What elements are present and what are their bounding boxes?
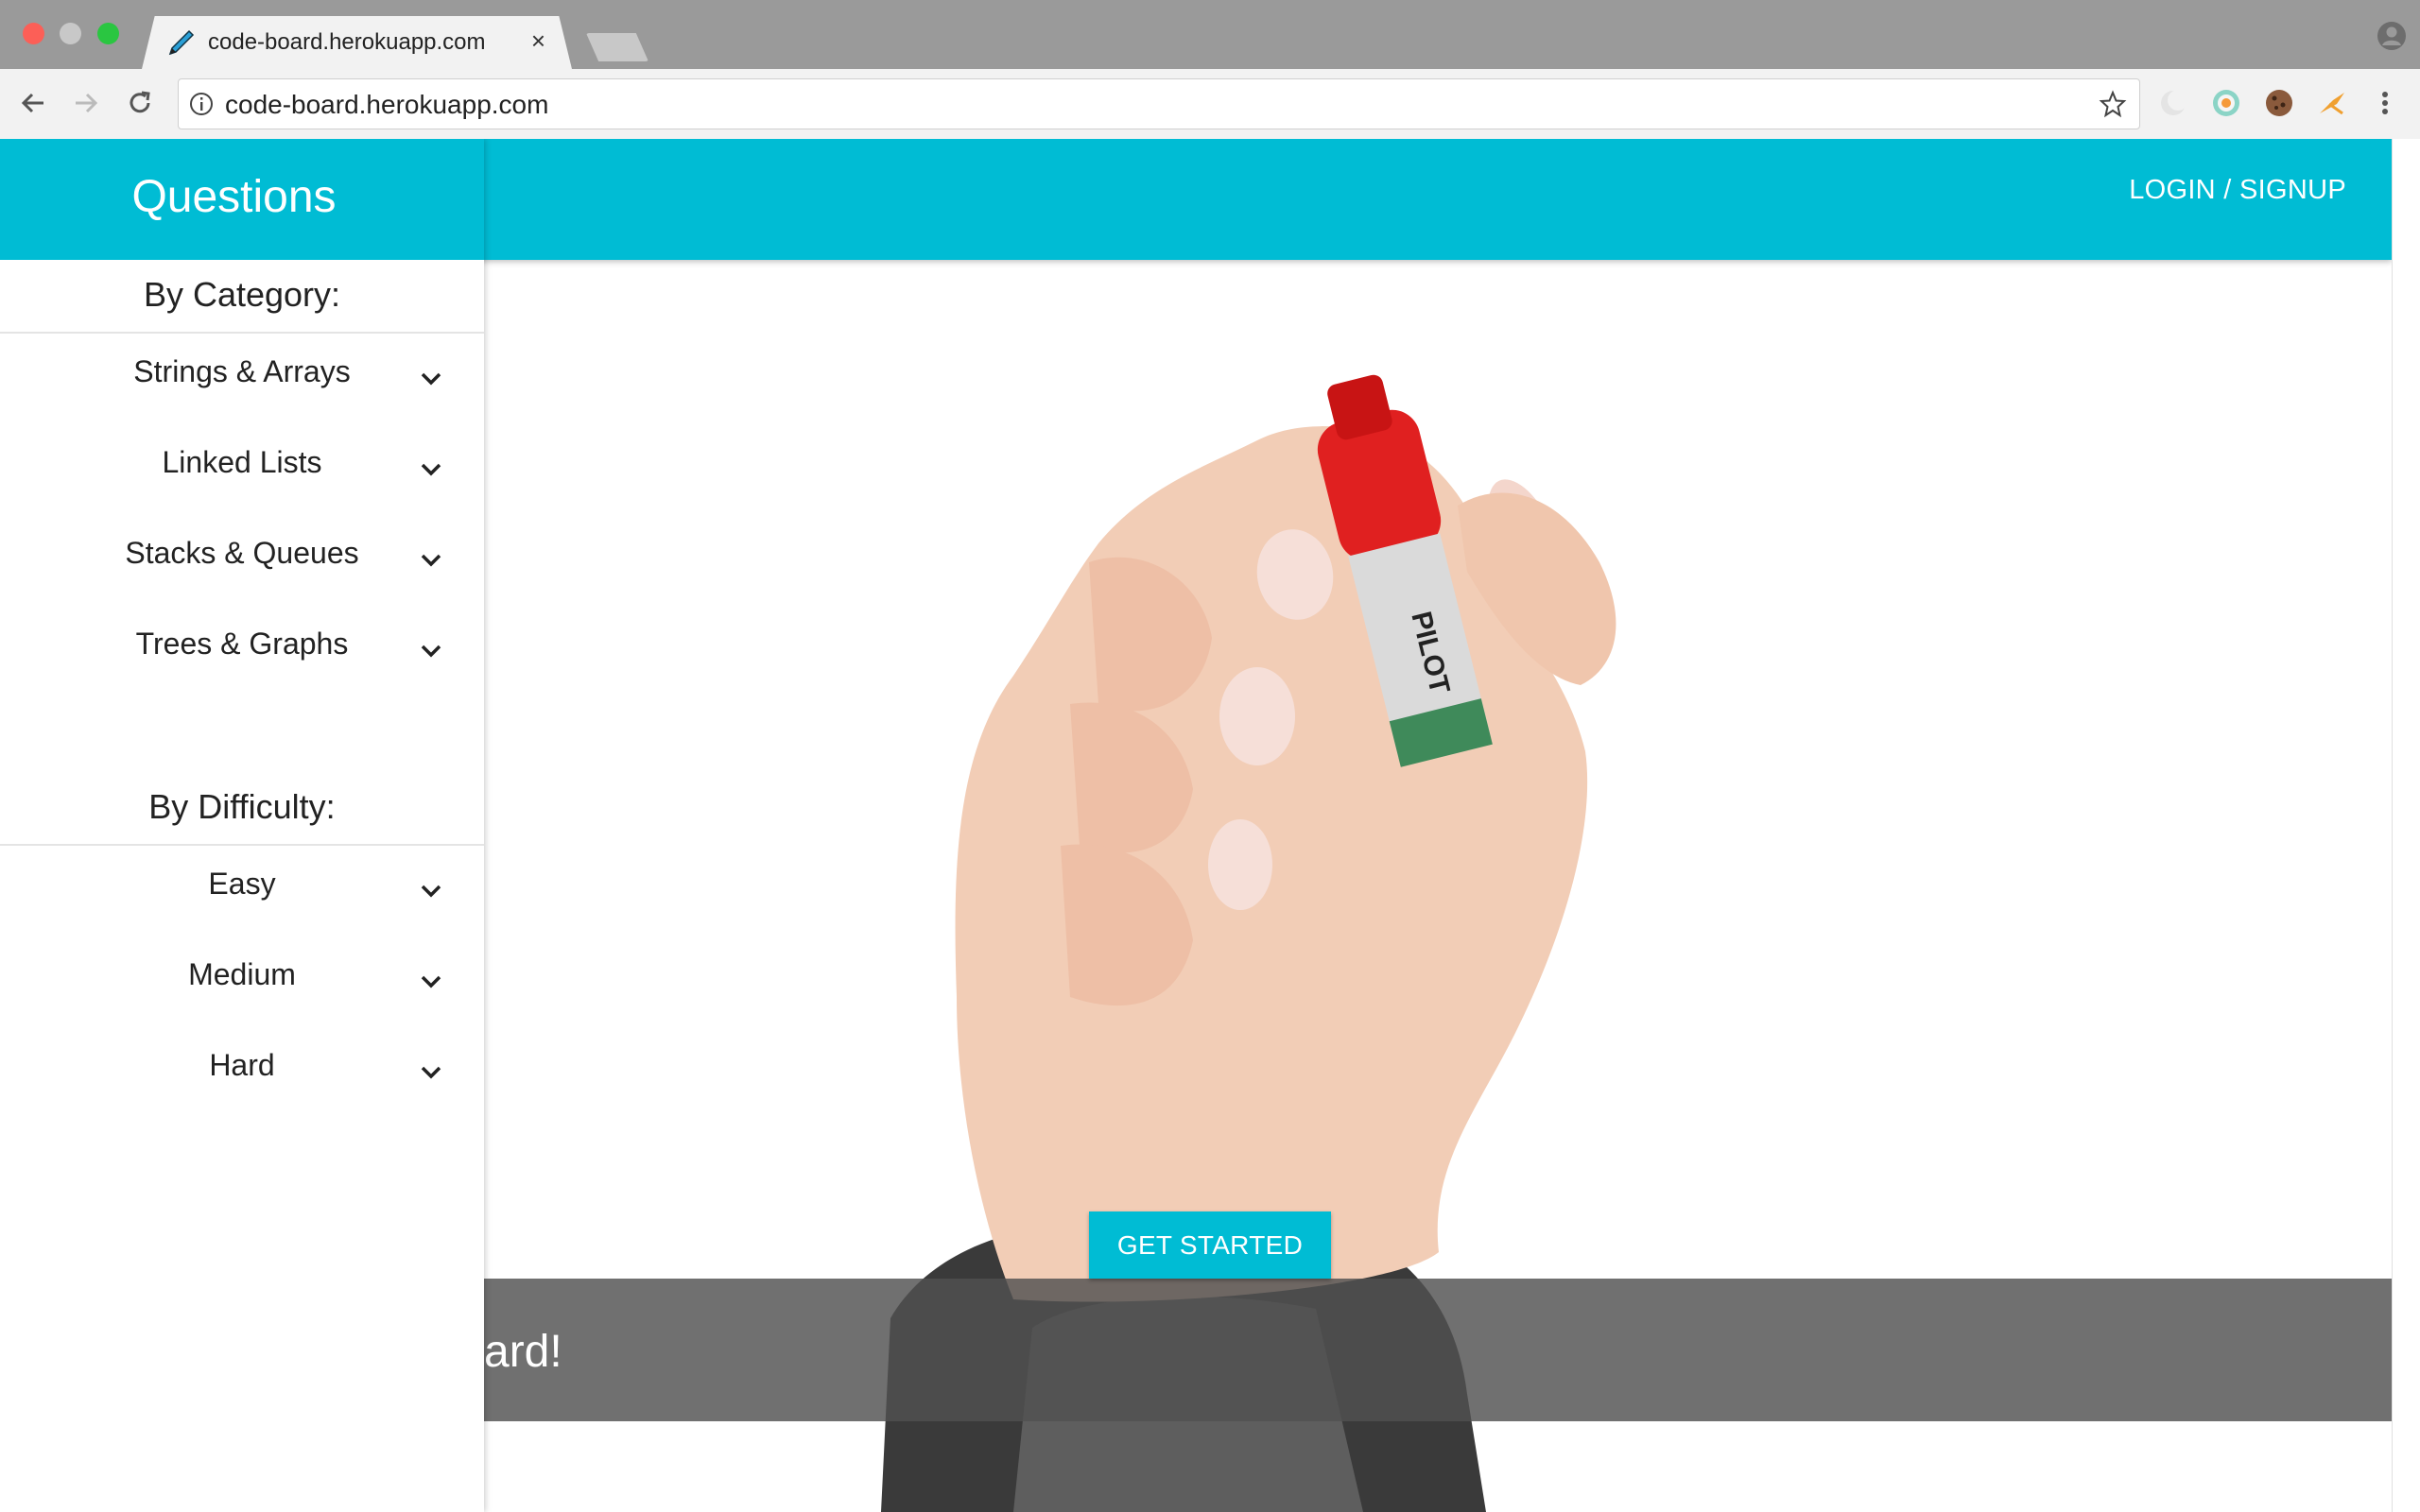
category-heading: By Category: [0,260,484,334]
info-icon[interactable] [188,91,215,117]
extension-bird-icon[interactable] [2316,87,2348,119]
sidebar-header: Questions [0,139,484,260]
chevron-down-icon[interactable] [416,967,446,997]
browser-tab[interactable]: code-board.herokuapp.com × [142,16,572,69]
sidebar-item-easy[interactable]: Easy [0,846,484,936]
browser-menu-icon[interactable] [2369,87,2401,119]
bookmark-star-icon[interactable] [2098,89,2128,119]
new-tab-button[interactable] [586,33,648,61]
chevron-down-icon[interactable] [416,364,446,394]
reload-icon[interactable] [121,84,159,122]
extension-moon-icon[interactable] [2157,87,2189,119]
sidebar-item-label: Easy [208,867,276,901]
sidebar-item-label: Linked Lists [162,445,322,479]
login-signup-link[interactable]: LOGIN / SIGNUP [2129,175,2346,206]
extension-target-icon[interactable] [2210,87,2242,119]
address-bar[interactable]: code-board.herokuapp.com [178,78,2140,129]
sidebar-item-label: Trees & Graphs [135,627,349,661]
sidebar-item-trees-graphs[interactable]: Trees & Graphs [0,606,484,696]
minimize-window-button[interactable] [60,23,81,44]
sidebar-item-medium[interactable]: Medium [0,936,484,1027]
difficulty-heading-label: By Difficulty: [148,787,336,826]
sidebar-item-label: Stacks & Queues [125,536,359,570]
close-window-button[interactable] [23,23,44,44]
sidebar-item-label: Strings & Arrays [133,354,351,388]
chevron-down-icon[interactable] [416,1057,446,1088]
browser-toolbar: code-board.herokuapp.com [0,69,2420,140]
banner-text: ard! [484,1327,562,1377]
page-scrollbar-gutter[interactable] [2392,139,2420,1512]
tab-close-icon[interactable]: × [531,28,545,53]
get-started-button[interactable]: GET STARTED [1089,1211,1331,1279]
sidebar-item-linked-lists[interactable]: Linked Lists [0,424,484,515]
forward-arrow-icon[interactable] [66,84,104,122]
sidebar-item-stacks-queues[interactable]: Stacks & Queues [0,515,484,606]
sidebar-item-hard[interactable]: Hard [0,1027,484,1118]
sidebar-item-strings-arrays[interactable]: Strings & Arrays [0,334,484,424]
welcome-banner: ard! [484,1279,2392,1421]
extension-cookie-icon[interactable] [2263,87,2295,119]
marker-favicon-icon [168,29,195,56]
sidebar-drawer: Questions By Category: Strings & Arrays … [0,139,484,1512]
category-heading-label: By Category: [143,275,341,314]
sidebar-item-label: Medium [188,957,296,991]
profile-icon[interactable] [2377,21,2407,51]
hero-section: PILOT ard! GET STARTED [484,260,2392,1512]
url-text: code-board.herokuapp.com [225,90,549,119]
chevron-down-icon[interactable] [416,876,446,906]
difficulty-heading: By Difficulty: [0,772,484,846]
browser-tab-strip: code-board.herokuapp.com × [0,0,2420,69]
page-content: LOGIN / SIGNUP PILOT ard! GET STARTED Qu… [0,139,2392,1512]
chevron-down-icon[interactable] [416,636,446,666]
chevron-down-icon[interactable] [416,545,446,576]
tab-title: code-board.herokuapp.com [208,29,486,55]
sidebar-title: Questions [131,172,337,222]
chevron-down-icon[interactable] [416,455,446,485]
sidebar-item-label: Hard [209,1048,275,1082]
maximize-window-button[interactable] [97,23,119,44]
back-arrow-icon[interactable] [15,84,53,122]
